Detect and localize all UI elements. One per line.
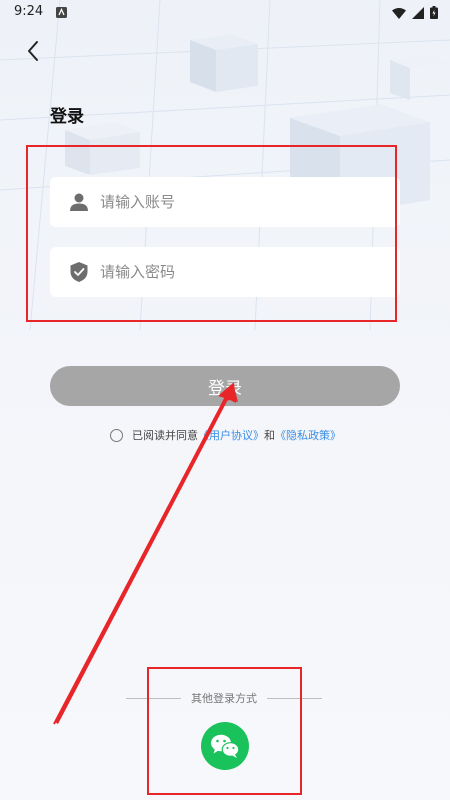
back-arrow-icon <box>28 41 38 61</box>
user-agreement-link[interactable]: 《用户协议》 <box>198 427 264 443</box>
status-time: 9:24 <box>14 4 44 19</box>
agreement-and: 和 <box>264 429 275 442</box>
back-button[interactable] <box>20 38 46 64</box>
privacy-policy-link[interactable]: 《隐私政策》 <box>275 427 341 443</box>
signal-icon <box>412 6 424 19</box>
agreement-prefix: 已阅读并同意 <box>132 429 198 442</box>
battery-icon <box>430 6 438 19</box>
annotation-box-fields <box>26 145 397 322</box>
notification-app-icon <box>56 7 67 18</box>
page-title: 登录 <box>50 107 84 127</box>
status-bar: 9:24 <box>0 0 450 26</box>
agreement-row: 已阅读并同意 《用户协议》 和 《隐私政策》 <box>110 427 341 443</box>
login-button[interactable]: 登录 <box>50 366 400 406</box>
annotation-box-other-login <box>147 667 302 795</box>
agreement-radio[interactable] <box>110 428 123 442</box>
wifi-icon <box>392 7 406 19</box>
